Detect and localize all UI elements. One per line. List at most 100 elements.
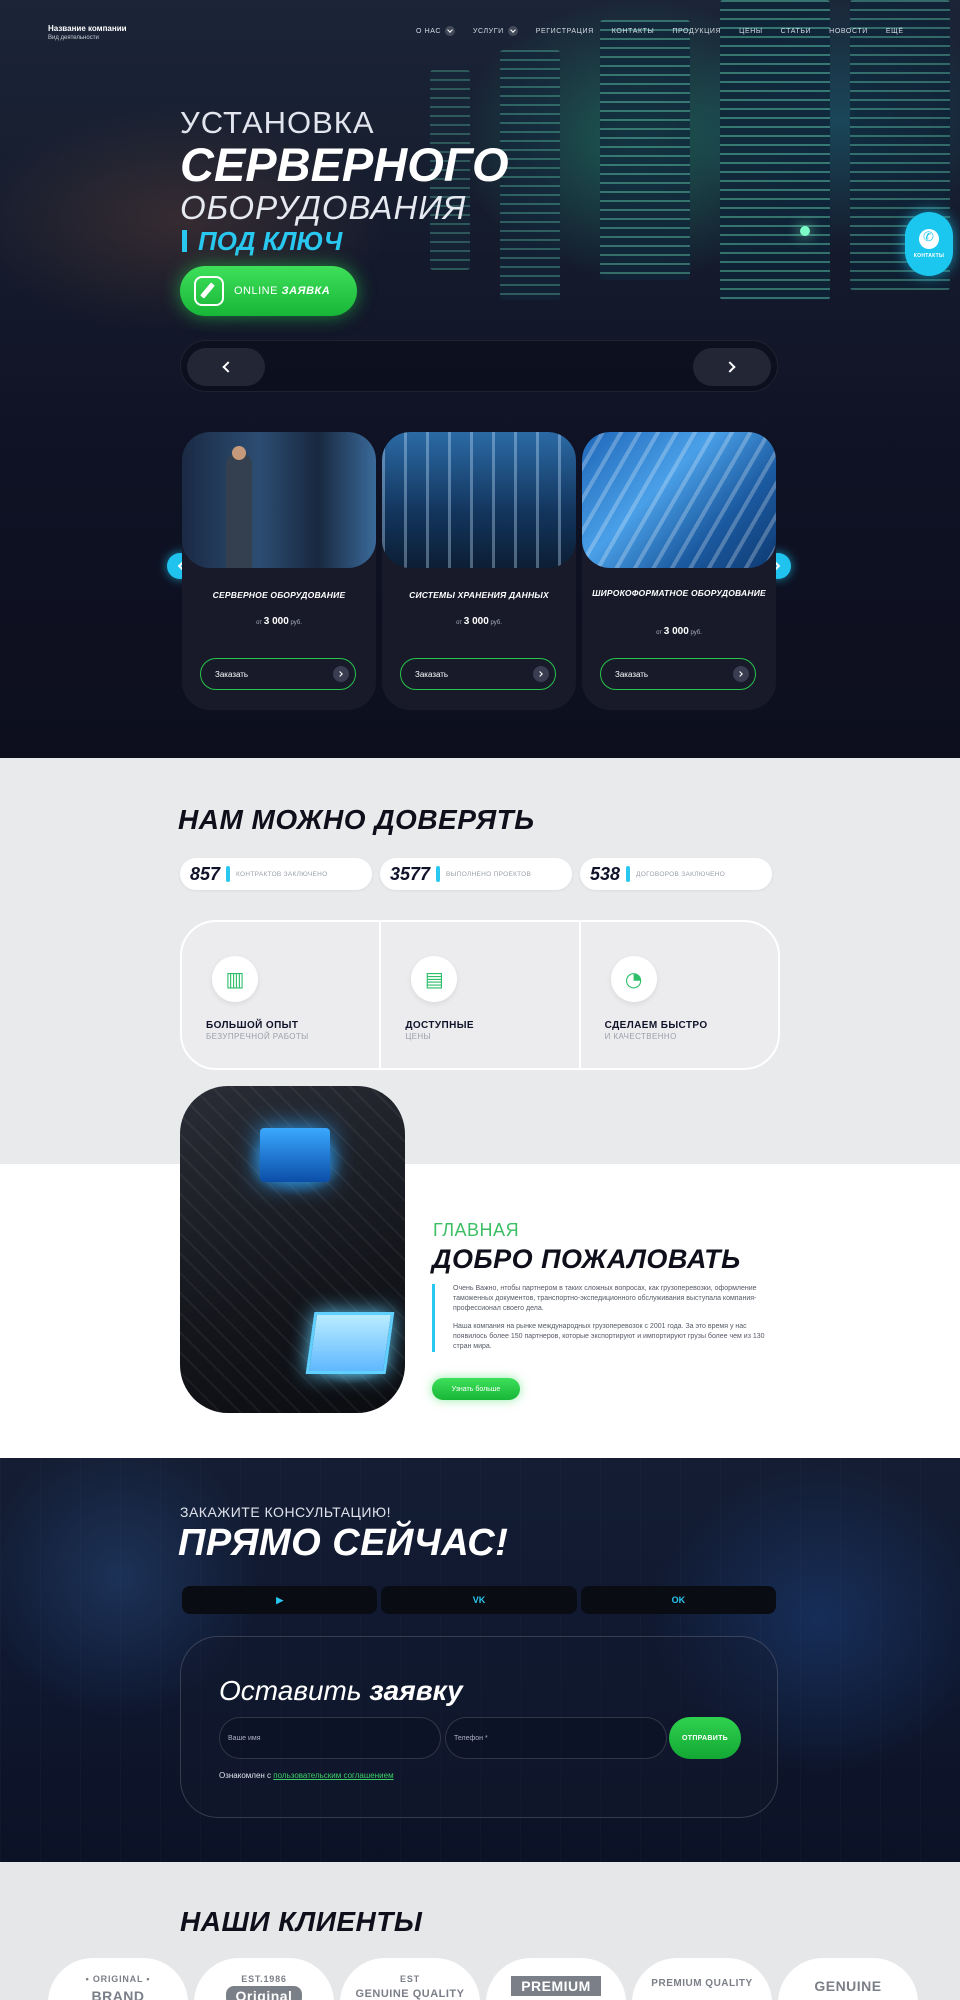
stat-divider — [436, 866, 441, 882]
logo-top-text: EST — [400, 1974, 420, 1984]
logo-main-text: Original — [225, 1986, 303, 2000]
brand[interactable]: Название компании Вид деятельности — [48, 24, 127, 41]
nav-item-articles[interactable]: СТАТЬИ — [781, 28, 812, 35]
stat-label: КОНТРАКТОВ ЗАКЛЮЧЕНО — [236, 870, 328, 878]
hero-line-2: СЕРВЕРНОГО — [180, 138, 509, 191]
edit-icon — [194, 276, 224, 306]
form-title: Оставить заявку — [219, 1675, 463, 1706]
stat-number: 3577 — [390, 863, 431, 884]
hero-slider-controls — [180, 340, 778, 392]
slider-next-button[interactable] — [693, 348, 771, 386]
contacts-label: КОНТАКТЫ — [913, 253, 945, 259]
nav-item-registration[interactable]: РЕГИСТРАЦИЯ — [536, 28, 594, 35]
storage-aisle-image — [382, 432, 576, 568]
welcome-title: ДОБРО ПОЖАЛОВАТЬ — [432, 1244, 741, 1274]
phone-field[interactable]: Телефон * — [445, 1717, 667, 1759]
welcome-paragraph: Наша компания на рынке международных гру… — [453, 1323, 765, 1350]
online-request-button[interactable]: ONLINE ЗАЯВКА — [180, 266, 357, 316]
client-logo[interactable]: GENUINE — [778, 1958, 918, 2000]
order-label: Заказать — [415, 669, 449, 679]
request-form: Оставить заявку Ваше имя Телефон * ОТПРА… — [180, 1636, 778, 1818]
features-panel: ▥ БОЛЬШОЙ ОПЫТ БЕЗУПРЕЧНОЙ РАБОТЫ ▤ ДОСТ… — [180, 920, 780, 1070]
stat-number: 857 — [190, 863, 221, 884]
chevron-right-icon — [724, 361, 736, 373]
gauge-icon: ◔ — [610, 956, 657, 1002]
server-rack-image — [500, 50, 560, 300]
server-rack-icon: ▥ — [212, 956, 258, 1002]
company-activity: Вид деятельности — [48, 35, 99, 41]
youtube-icon[interactable]: ▶ — [182, 1586, 378, 1614]
company-name: Название компании — [48, 24, 127, 33]
hero-heading: УСТАНОВКА СЕРВЕРНОГО ОБОРУДОВАНИЯ ПОД КЛ… — [180, 106, 509, 257]
stat-number: 538 — [590, 863, 621, 884]
card-title: СИСТЕМЫ ХРАНЕНИЯ ДАННЫХ — [409, 590, 549, 600]
service-card: ШИРОКОФОРМАТНОЕ ОБОРУДОВАНИЕ от 3 000 ру… — [582, 432, 776, 710]
feature-item: ◔ СДЕЛАЕМ БЫСТРО И КАЧЕСТВЕННО — [581, 922, 778, 1068]
nav-item-label: НОВОСТИ — [829, 27, 868, 35]
nav-item-label: ЕЩЁ — [885, 27, 904, 35]
learn-more-button[interactable]: Узнать больше — [432, 1378, 520, 1400]
slider-prev-button[interactable] — [187, 348, 265, 386]
client-logo[interactable]: PREMIUM — [486, 1958, 626, 2000]
send-button[interactable]: ОТПРАВИТЬ — [669, 1717, 741, 1759]
service-cards: СЕРВЕРНОЕ ОБОРУДОВАНИЕ от 3 000 руб. Зак… — [182, 432, 778, 710]
clients-section: НАШИ КЛИЕНТЫ • ORIGINAL • BRAND EST.1986 O… — [0, 1862, 960, 2000]
stat-item: 3577 ВЫПОЛНЕНО ПРОЕКТОВ — [380, 858, 572, 890]
service-card: СИСТЕМЫ ХРАНЕНИЯ ДАННЫХ от 3 000 руб. За… — [382, 432, 576, 710]
nav-item-products[interactable]: ПРОДУКЦИЯ — [672, 28, 721, 35]
nav-item-news[interactable]: НОВОСТИ — [829, 28, 868, 35]
logo-main-text: PREMIUM — [511, 1976, 601, 1996]
nav-item-label: КОНТАКТЫ — [611, 27, 655, 35]
nav-item-about[interactable]: О НАС — [416, 26, 456, 36]
card-title: СЕРВЕРНОЕ ОБОРУДОВАНИЕ — [212, 590, 346, 600]
chevron-left-icon — [222, 361, 234, 373]
stat-label: ДОГОВОРОВ ЗАКЛЮЧЕНО — [636, 870, 726, 878]
top-bar: Название компании Вид деятельности О НАС… — [0, 0, 960, 62]
welcome-kicker: ГЛАВНАЯ — [433, 1220, 520, 1240]
stat-item: 538 ДОГОВОРОВ ЗАКЛЮЧЕНО — [580, 858, 772, 890]
nav-item-prices[interactable]: ЦЕНЫ — [739, 28, 763, 35]
main-nav: О НАС УСЛУГИ РЕГИСТРАЦИЯ КОНТАКТЫ ПРОДУК… — [416, 26, 904, 36]
logo-main-text: GENUINE QUALITY — [355, 1988, 465, 2000]
order-button[interactable]: Заказать — [600, 658, 756, 690]
chevron-down-icon — [445, 26, 456, 36]
client-logo[interactable]: EST GENUINE QUALITY — [340, 1958, 480, 2000]
arrow-right-icon — [333, 666, 349, 682]
hero-line-3: ОБОРУДОВАНИЯ — [180, 189, 467, 226]
nav-item-more[interactable]: ЕЩЁ — [886, 28, 904, 35]
client-logo[interactable]: PREMIUM QUALITY — [632, 1958, 772, 2000]
nav-item-label: ПРОДУКЦИЯ — [672, 27, 722, 35]
nav-item-services[interactable]: УСЛУГИ — [473, 26, 518, 36]
chip-pad-shape — [305, 1312, 395, 1374]
card-price: от 3 000 руб. — [656, 626, 702, 637]
stat-divider — [226, 866, 231, 882]
client-logo[interactable]: EST.1986 Original — [194, 1958, 334, 2000]
client-logos: • ORIGINAL • BRAND EST.1986 Original EST GE… — [48, 1958, 918, 2000]
order-button[interactable]: Заказать — [400, 658, 556, 690]
nav-item-label: РЕГИСТРАЦИЯ — [535, 27, 594, 35]
client-logo[interactable]: • ORIGINAL • BRAND — [48, 1958, 188, 2000]
order-label: Заказать — [615, 669, 649, 679]
name-field[interactable]: Ваше имя — [219, 1717, 441, 1759]
vk-icon[interactable]: VK — [381, 1586, 577, 1614]
feature-title: СДЕЛАЕМ БЫСТРО — [604, 1020, 708, 1031]
arrow-right-icon — [533, 666, 549, 682]
nav-item-label: ЦЕНЫ — [739, 27, 763, 35]
odnoklassniki-icon[interactable]: OK — [580, 1586, 776, 1614]
consult-title: ПРЯМО СЕЙЧАС! — [178, 1522, 509, 1564]
nav-item-label: О НАС — [416, 27, 442, 35]
consultation-section: ЗАКАЖИТЕ КОНСУЛЬТАЦИЮ! ПРЯМО СЕЙЧАС! ▶ V… — [0, 1458, 960, 1862]
nav-item-contacts[interactable]: КОНТАКТЫ — [612, 28, 655, 35]
chevron-down-icon — [507, 26, 518, 36]
feature-title: ДОСТУПНЫЕ — [405, 1020, 475, 1031]
stat-item: 857 КОНТРАКТОВ ЗАКЛЮЧЕНО — [180, 858, 372, 890]
floating-contacts-button[interactable]: КОНТАКТЫ — [905, 212, 953, 276]
feature-item: ▥ БОЛЬШОЙ ОПЫТ БЕЗУПРЕЧНОЙ РАБОТЫ — [182, 922, 382, 1068]
order-button[interactable]: Заказать — [200, 658, 356, 690]
stats-row: 857 КОНТРАКТОВ ЗАКЛЮЧЕНО 3577 ВЫПОЛНЕНО ПР… — [180, 858, 772, 890]
phone-icon — [919, 229, 939, 249]
feature-item: ▤ ДОСТУПНЫЕ ЦЕНЫ — [381, 922, 581, 1068]
glow-light-image — [800, 226, 810, 236]
logo-top-text: EST.1986 — [241, 1974, 287, 1984]
user-agreement-link[interactable]: пользовательским соглашением — [273, 1771, 393, 1780]
